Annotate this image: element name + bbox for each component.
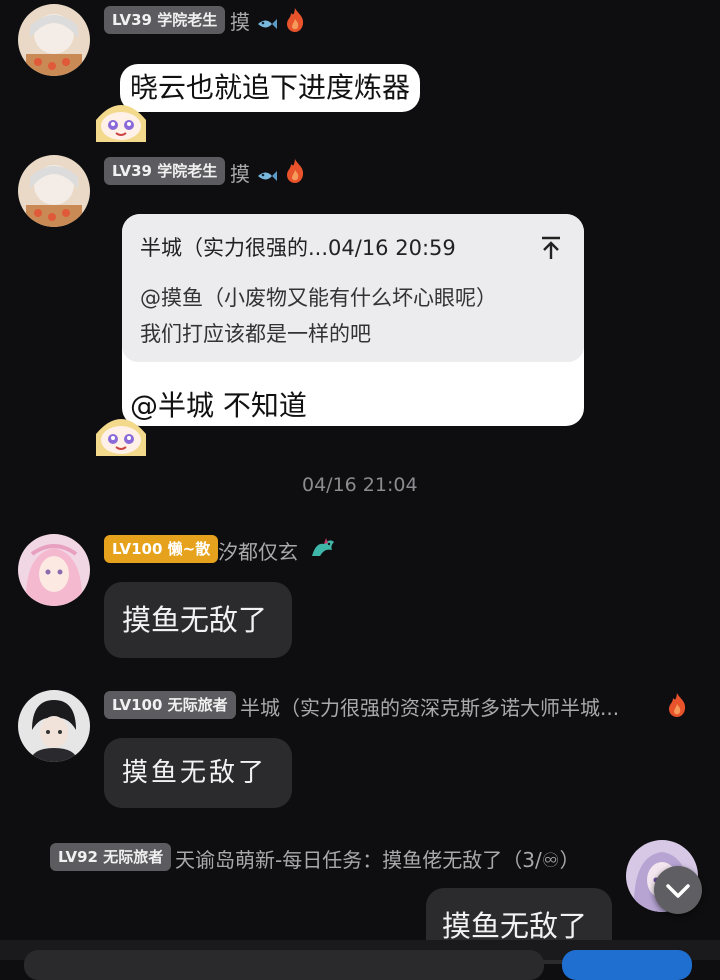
message-text: 晓云也就追下进度炼器 xyxy=(130,71,411,104)
scroll-down-button[interactable] xyxy=(654,866,702,914)
level-badge: LV100 懒~散 xyxy=(104,535,219,563)
fire-icon xyxy=(287,159,304,183)
sender-name-text: 摸 xyxy=(230,10,250,34)
sender-name[interactable]: 汐都仅玄 xyxy=(218,536,298,565)
quote-line: @摸鱼（小废物又能有什么坏心眼呢） xyxy=(140,286,497,310)
sender-name[interactable]: 半城（实力很强的资深克斯多诺大师半城... xyxy=(240,692,619,721)
sticker xyxy=(92,96,150,142)
level-badge: LV39 学院老生 xyxy=(104,6,226,34)
avatar[interactable] xyxy=(18,534,90,606)
message-text: @半城 不知道 xyxy=(130,389,307,422)
message-bubble[interactable]: 摸鱼无敌了 xyxy=(104,738,292,808)
message-text: 摸鱼无敌了 xyxy=(442,909,588,943)
chevron-down-icon xyxy=(666,884,690,898)
fire-icon xyxy=(669,693,686,717)
sender-name-text: 半城（实力很强的资深克斯多诺大师半城... xyxy=(240,696,620,720)
sender-name[interactable]: 摸 xyxy=(230,6,278,35)
fire-icon xyxy=(287,8,304,32)
level-badge: LV92 无际旅者 xyxy=(50,843,172,871)
message-bubble[interactable]: 摸鱼无敌了 xyxy=(104,582,292,658)
send-button[interactable] xyxy=(562,950,692,980)
sender-name-text: 天谕岛萌新-每日任务：摸鱼佬无敌了（3/♾） xyxy=(175,848,580,872)
reply-bubble[interactable]: 半城（实力很强的...04/16 20:59 @摸鱼（小废物又能有什么坏心眼呢）… xyxy=(122,214,584,426)
dragon-icon xyxy=(312,538,334,556)
avatar[interactable] xyxy=(18,4,90,76)
fish-icon xyxy=(258,170,278,181)
level-badge: LV39 学院老生 xyxy=(104,157,226,185)
message-text: 摸鱼无敌了 xyxy=(122,758,268,788)
input-bar xyxy=(0,940,720,980)
message-bubble[interactable]: 晓云也就追下进度炼器 xyxy=(120,64,421,112)
message-text: 摸鱼无敌了 xyxy=(122,603,268,637)
quote-line: 我们打应该都是一样的吧 xyxy=(140,322,371,346)
quote-jump-icon[interactable] xyxy=(540,236,562,260)
message-input[interactable] xyxy=(24,950,544,980)
avatar[interactable] xyxy=(18,155,90,227)
fish-icon xyxy=(258,18,278,29)
timestamp: 04/16 21:04 xyxy=(302,474,418,496)
sender-name-text: 摸 xyxy=(230,162,250,186)
avatar[interactable] xyxy=(18,690,90,762)
quote-header: 半城（实力很强的...04/16 20:59 xyxy=(140,236,456,260)
level-badge: LV100 无际旅者 xyxy=(104,691,236,719)
quoted-message[interactable]: 半城（实力很强的...04/16 20:59 @摸鱼（小废物又能有什么坏心眼呢）… xyxy=(122,214,584,362)
sender-name[interactable]: 天谕岛萌新-每日任务：摸鱼佬无敌了（3/♾） xyxy=(175,844,580,873)
sender-name[interactable]: 摸 xyxy=(230,158,278,187)
sender-name-text: 汐都仅玄 xyxy=(218,540,298,564)
sticker xyxy=(92,410,150,456)
